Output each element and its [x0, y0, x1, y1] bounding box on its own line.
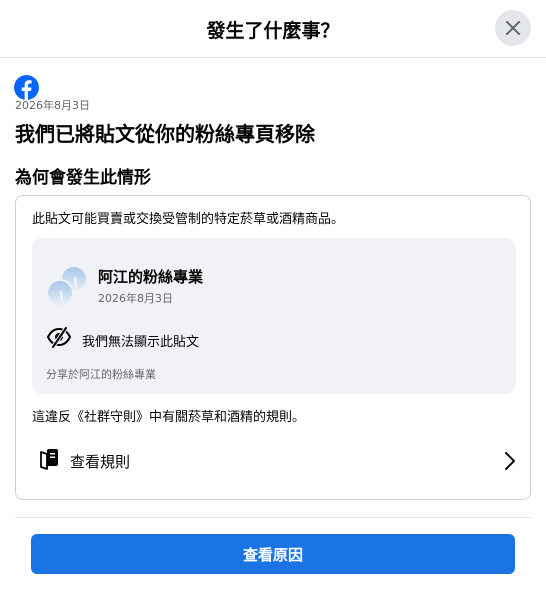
close-icon [506, 21, 520, 35]
dialog-title: 發生了什麼事？ [206, 20, 340, 42]
post-hidden-message: 我們無法顯示此貼文 [82, 335, 200, 350]
reason-card: 此貼文可能買賣或交換受管制的特定菸草或酒精商品。 阿江的粉絲專業 2026年8月… [15, 195, 531, 500]
page-name: 阿江的粉絲專業 [98, 268, 204, 286]
avatar-front [46, 279, 74, 307]
eye-slash-icon [46, 326, 72, 348]
reason-heading: 為何會發生此情形 [15, 168, 151, 188]
removed-post-preview: 阿江的粉絲專業 2026年8月3日 我們無法顯示此貼文 分享於阿江的粉絲專業 [32, 238, 516, 394]
post-date: 2026年8月3日 [98, 292, 173, 305]
reason-description: 此貼文可能買賣或交換受管制的特定菸草或酒精商品。 [32, 212, 345, 227]
rulebook-icon [40, 449, 58, 470]
see-rules-link[interactable]: 查看規則 [32, 442, 516, 480]
see-rules-label: 查看規則 [70, 453, 131, 471]
close-button[interactable] [495, 10, 531, 46]
see-reason-button[interactable]: 查看原因 [31, 534, 515, 574]
dialog-header: 發生了什麼事？ [0, 0, 546, 58]
notice-title: 我們已將貼文從你的粉絲專頁移除 [15, 122, 315, 146]
footer-divider [15, 517, 531, 518]
notice-date: 2026年8月3日 [15, 99, 90, 112]
chevron-right-icon [505, 452, 515, 470]
page-avatar [46, 265, 90, 307]
post-shared-location: 分享於阿江的粉絲專業 [46, 368, 156, 381]
violation-text: 這違反《社群守則》中有關菸草和酒精的規則。 [32, 410, 306, 425]
